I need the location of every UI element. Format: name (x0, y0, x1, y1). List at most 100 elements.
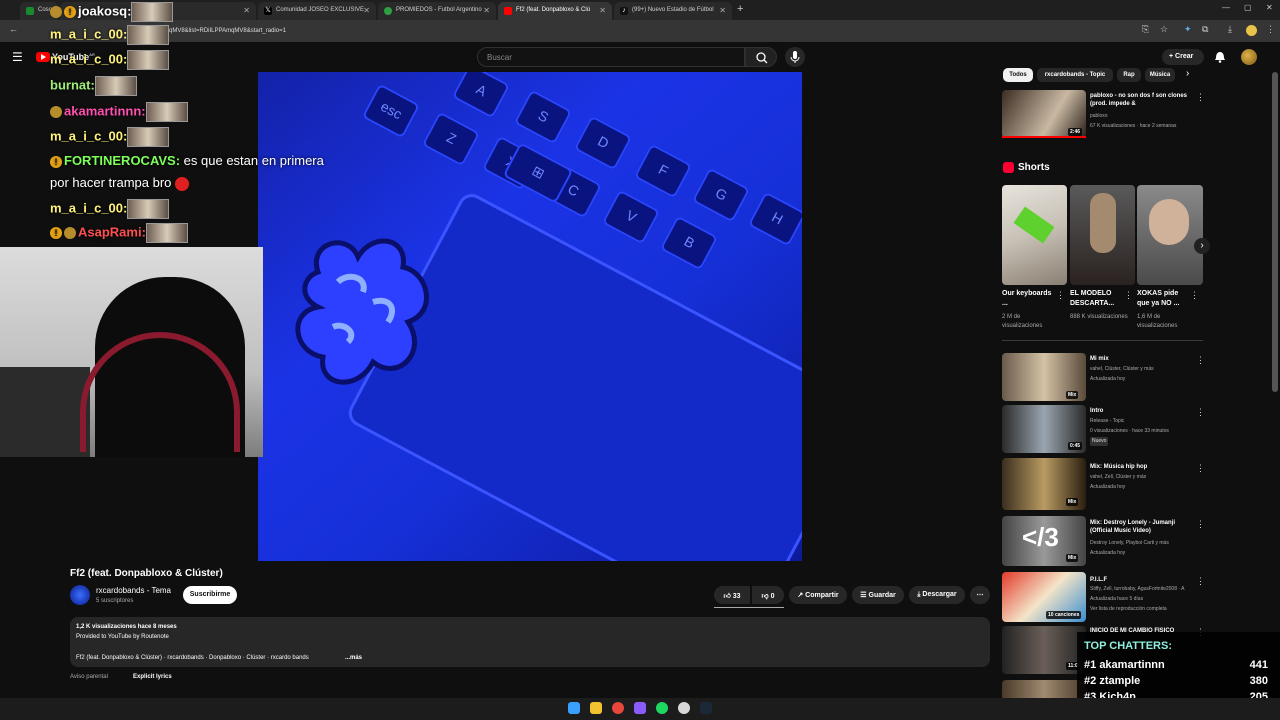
chip-todos[interactable]: Todos (1003, 68, 1033, 82)
playlist-title[interactable]: P.I.L.F (1090, 576, 1190, 584)
install-icon[interactable]: ⎘ (1142, 24, 1149, 35)
bookmark-star-icon[interactable]: ☆ (1160, 24, 1168, 35)
parental-advisory-label: Aviso parental (70, 674, 108, 680)
dislike-button[interactable]: 👎︎ 0 (752, 586, 784, 604)
video-title[interactable]: pabloxo - no son dos f son clones (prod.… (1090, 92, 1190, 108)
new-tab-icon[interactable]: + (737, 3, 743, 15)
url-field[interactable]: AmqMV8&list=RDiILPPAmqMV8&start_radio=1 (100, 24, 1130, 38)
short-thumbnail[interactable] (1070, 185, 1135, 285)
more-vertical-icon[interactable]: ⋮ (1056, 290, 1065, 301)
playlist-updated: Actualizada hace 5 días (1090, 596, 1144, 602)
youtube-logo-icon[interactable] (36, 52, 50, 62)
voice-search-button[interactable] (785, 47, 805, 67)
maximize-icon[interactable]: ▢ (1244, 3, 1252, 12)
channel-name[interactable]: pabloxo (1090, 113, 1108, 120)
view-full-playlist-link[interactable]: Ver lista de reproducción completa (1090, 606, 1167, 613)
obs-icon[interactable] (678, 702, 690, 714)
playlist-title[interactable]: Mix: Destroy Lonely - Jumanji (Official … (1090, 519, 1190, 535)
chat-line: m_a_i_c_00: (50, 25, 170, 45)
share-button[interactable]: ↗ Compartir (789, 586, 847, 604)
keyboard-key: A (451, 72, 511, 119)
steam-icon[interactable] (700, 702, 712, 714)
playlist-artists: Stiffy, Zell, turrobaby, AgusFortnite200… (1090, 586, 1185, 592)
chat-emote (127, 50, 170, 70)
menu-kebab-icon[interactable]: ⋮ (1266, 24, 1275, 35)
keyboard-key: Z (421, 111, 481, 167)
close-window-icon[interactable]: ✕ (1266, 3, 1273, 12)
like-button[interactable]: 👍︎ 33 (714, 586, 750, 604)
more-vertical-icon[interactable]: ⋮ (1196, 355, 1205, 366)
chatter-row: #1 akamartinnn (1084, 659, 1165, 671)
video-thumbnail[interactable] (1002, 680, 1086, 700)
short-title[interactable]: XOKAS pide que ya NO ... (1137, 289, 1191, 309)
more-vertical-icon[interactable]: ⋮ (1196, 519, 1205, 530)
search-button[interactable] (745, 47, 777, 67)
browser-tab-active[interactable]: Ff2 (feat. Donpabloxo & Clú ✕ (498, 2, 612, 20)
subscribe-button[interactable]: Suscribirme (183, 586, 237, 604)
chat-emote (145, 223, 188, 243)
spotify-icon[interactable] (656, 702, 668, 714)
more-vertical-icon[interactable]: ⋮ (1196, 463, 1205, 474)
song-count-badge: 10 canciones (1046, 611, 1082, 619)
more-vertical-icon[interactable]: ⋮ (1196, 92, 1205, 103)
browser-tab[interactable]: 𝕏 Comunidad JOSEO EXCLUSIVE ✕ (258, 2, 376, 20)
duration-badge: 2:46 (1068, 128, 1083, 136)
downloads-icon[interactable]: ⤓ (1228, 24, 1232, 35)
chat-emote (131, 2, 174, 22)
green-keyboard (1013, 206, 1055, 244)
video-player[interactable]: esc Z X C V B A S D F G H ⊞ (258, 72, 802, 561)
close-tab-icon[interactable]: ✕ (363, 6, 370, 15)
create-button[interactable]: + Crear (1162, 49, 1204, 65)
browser-tab[interactable]: ♪ (99+) Nuevo Estadio de Fútbol ✕ (614, 2, 732, 20)
minimize-icon[interactable]: — (1222, 3, 1230, 12)
browser-tab[interactable]: PROMIEDOS - Futbol Argentino ✕ (378, 2, 496, 20)
chrome-icon[interactable] (612, 702, 624, 714)
playlist-title[interactable]: Mi mix (1090, 355, 1190, 363)
show-more-link[interactable]: ...más (345, 655, 362, 661)
search-input[interactable]: Buscar (477, 47, 745, 67)
channel-name[interactable]: Release - Topic (1090, 418, 1124, 425)
chat-line: ! joakosq: (50, 2, 174, 22)
shorts-next-arrow-icon[interactable]: › (1194, 238, 1210, 254)
video-title[interactable]: Intro (1090, 407, 1190, 415)
page-scrollbar[interactable] (1272, 72, 1278, 392)
file-explorer-icon[interactable] (590, 702, 602, 714)
chat-line: m_a_i_c_00: (50, 127, 170, 147)
chip-channel-topic[interactable]: rxcardobands - Topic (1037, 68, 1113, 82)
short-thumbnail[interactable] (1002, 185, 1067, 285)
hamburger-menu-icon[interactable]: ☰ (12, 50, 23, 64)
close-tab-icon[interactable]: ✕ (483, 6, 490, 15)
back-icon[interactable]: ← (9, 24, 18, 34)
app-icon[interactable] (634, 702, 646, 714)
more-vertical-icon[interactable]: ⋮ (1190, 290, 1199, 301)
close-tab-icon[interactable]: ✕ (599, 6, 606, 15)
windows-start-icon[interactable] (568, 702, 580, 714)
x-icon: 𝕏 (264, 7, 272, 15)
sub-badge-icon (50, 6, 62, 18)
close-tab-icon[interactable]: ✕ (243, 6, 250, 15)
short-thumbnail[interactable] (1137, 185, 1203, 285)
download-button[interactable]: ⤓ Descargar (909, 586, 965, 604)
extensions-puzzle-icon[interactable]: ⧉ (1202, 24, 1208, 35)
save-button[interactable]: ☰ Guardar (852, 586, 904, 604)
extension-icon[interactable]: ✦ (1184, 24, 1192, 35)
duration-badge: 0:45 (1068, 442, 1083, 450)
profile-icon[interactable] (1246, 25, 1257, 36)
short-title[interactable]: Our keyboards ... (1002, 289, 1056, 309)
more-vertical-icon[interactable]: ⋮ (1124, 290, 1133, 301)
more-actions-button[interactable]: ⋯ (970, 586, 990, 604)
notifications-bell-icon[interactable] (1214, 51, 1226, 63)
more-vertical-icon[interactable]: ⋮ (1196, 407, 1205, 418)
close-tab-icon[interactable]: ✕ (719, 6, 726, 15)
chip-musica[interactable]: Música (1145, 68, 1175, 82)
more-vertical-icon[interactable]: ⋮ (1196, 576, 1205, 587)
channel-name[interactable]: rxcardobands - Tema (96, 586, 171, 595)
face-figure (1149, 199, 1189, 245)
chevron-right-icon[interactable]: › (1186, 68, 1189, 79)
chip-rap[interactable]: Rap (1117, 68, 1141, 82)
channel-avatar[interactable] (70, 585, 90, 605)
account-avatar[interactable] (1241, 49, 1257, 65)
playlist-title[interactable]: Mix: Música hip hop (1090, 463, 1190, 471)
short-title[interactable]: EL MODELO DESCARTA... (1070, 289, 1124, 309)
statue-figure (1090, 193, 1116, 253)
